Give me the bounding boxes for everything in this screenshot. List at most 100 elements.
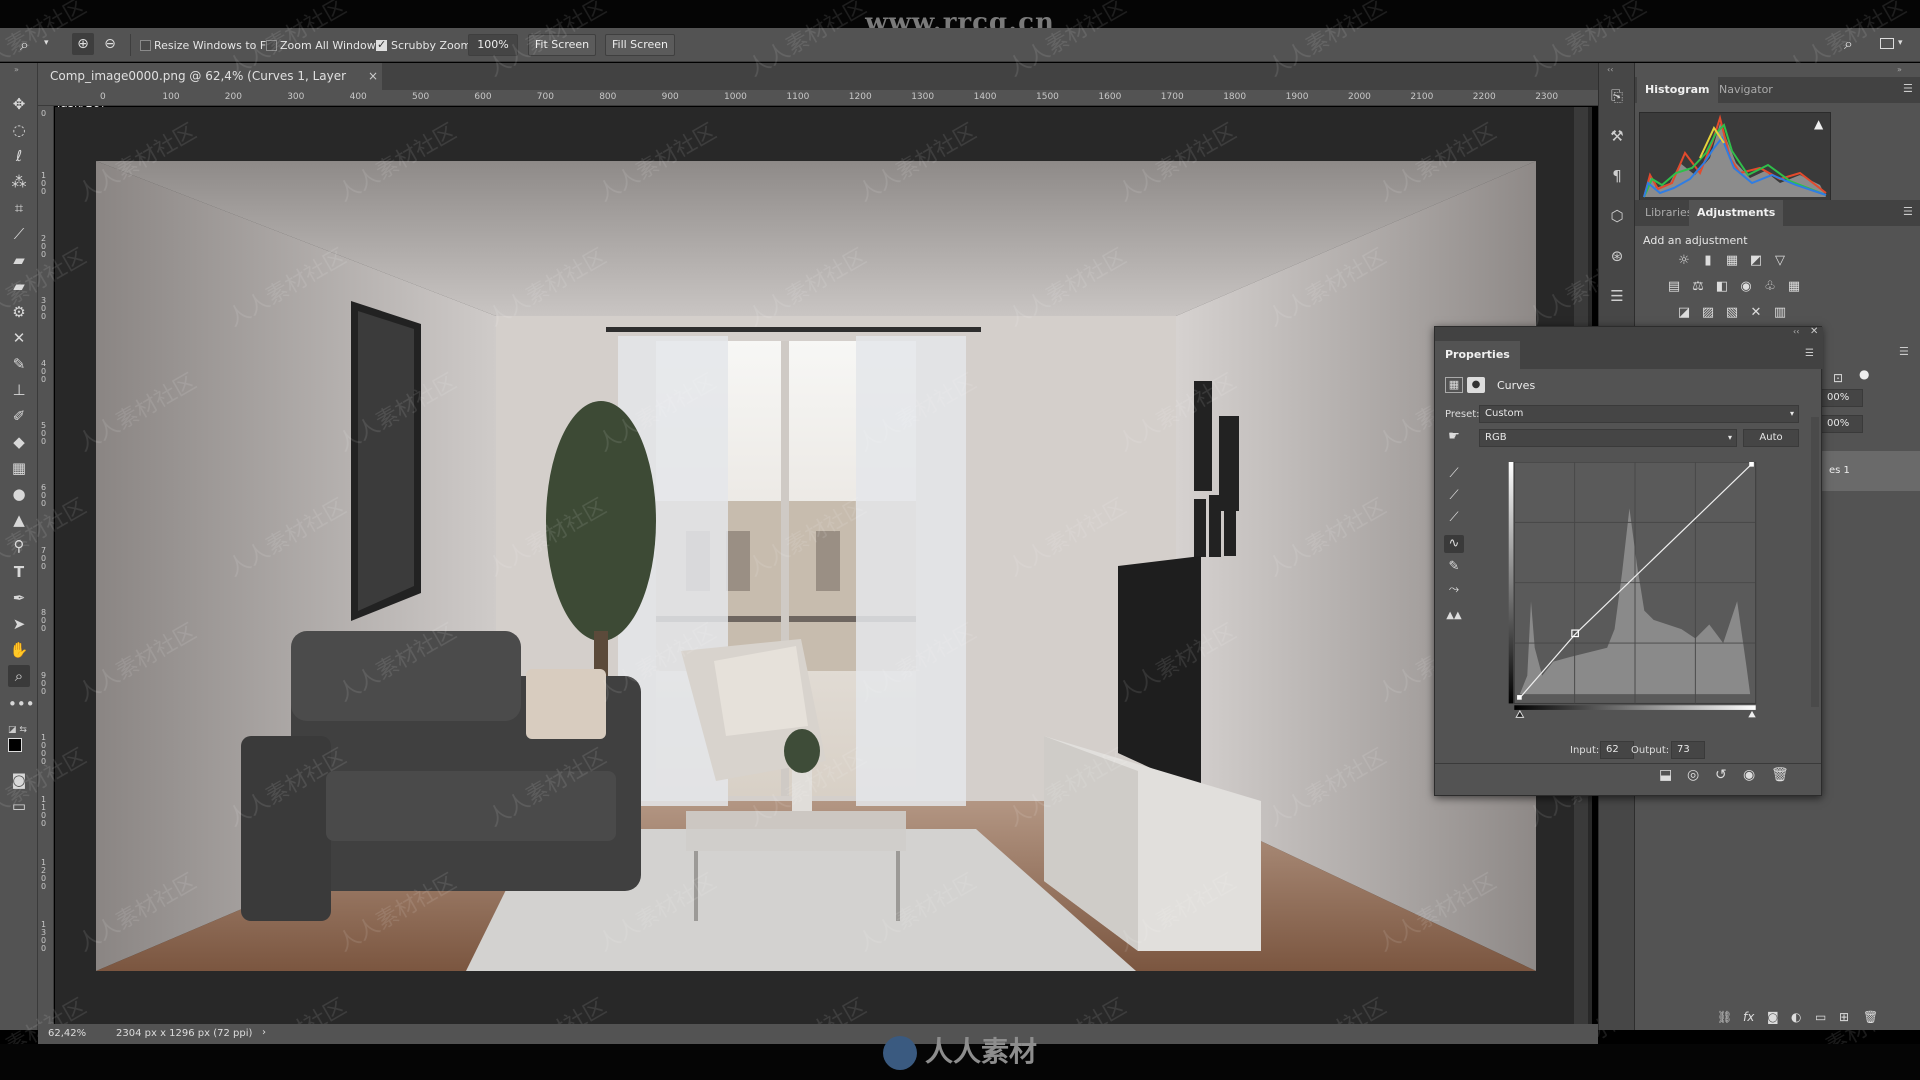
resize-windows-checkbox[interactable] bbox=[140, 40, 151, 51]
target-adjust-icon[interactable]: ☛ bbox=[1444, 428, 1464, 446]
properties-title-strip[interactable]: ‹‹ ✕ bbox=[1435, 326, 1823, 341]
levels-icon[interactable]: ▮ bbox=[1699, 253, 1717, 269]
add-mask-icon[interactable]: ◙ bbox=[1767, 1010, 1779, 1024]
layer-fx-icon[interactable]: fx bbox=[1743, 1010, 1754, 1024]
paragraph-panel-icon[interactable]: ¶ bbox=[1607, 167, 1627, 185]
dock-collapse-icon[interactable]: » bbox=[1897, 65, 1902, 74]
quick-mask-icon[interactable]: ◙ bbox=[8, 769, 30, 791]
color-lookup-icon[interactable]: ▦ bbox=[1785, 279, 1803, 295]
zoom-in-icon[interactable]: ⊕ bbox=[72, 33, 94, 55]
threshold-icon[interactable]: ▧ bbox=[1723, 305, 1741, 321]
strip-collapse-icon[interactable]: ‹‹ bbox=[1607, 65, 1613, 74]
white-point-eyedropper-icon[interactable]: ⟋ bbox=[1444, 509, 1464, 527]
screen-mode-icon[interactable]: ▭ bbox=[8, 795, 30, 817]
healing-brush-icon[interactable]: ▰ bbox=[8, 249, 30, 271]
layer-row-curves[interactable]: es 1 bbox=[1821, 451, 1920, 491]
delete-layer-icon[interactable]: 🗑 bbox=[1863, 1010, 1878, 1024]
new-adjustment-layer-icon[interactable]: ◐ bbox=[1791, 1010, 1801, 1024]
tab-adjustments[interactable]: Adjustments bbox=[1689, 200, 1784, 226]
scrubby-zoom-checkbox[interactable] bbox=[376, 38, 387, 51]
clipping-warning-icon[interactable]: ▲▲ bbox=[1444, 607, 1464, 625]
layer-mask-icon[interactable]: ● bbox=[1467, 377, 1485, 393]
zoom-value-field[interactable]: 100% bbox=[468, 34, 518, 56]
panel-collapse-icon[interactable]: » bbox=[14, 65, 19, 74]
vibrance-icon[interactable]: ▽ bbox=[1771, 253, 1789, 269]
curves-icon[interactable]: ▦ bbox=[1723, 253, 1741, 269]
panel-menu-icon[interactable]: ☰ bbox=[1903, 82, 1913, 95]
properties-scrollbar[interactable] bbox=[1811, 417, 1819, 707]
dodge-icon[interactable]: ⚲ bbox=[8, 535, 30, 557]
sharpen-icon[interactable]: ▲ bbox=[8, 509, 30, 531]
output-field[interactable]: 73 bbox=[1671, 741, 1705, 759]
opacity-field[interactable]: 00% bbox=[1821, 389, 1863, 407]
tab-properties[interactable]: Properties bbox=[1435, 341, 1520, 369]
link-layers-icon[interactable]: ⛓ bbox=[1717, 1010, 1732, 1024]
clip-to-layer-icon[interactable]: ⬓ bbox=[1659, 767, 1672, 783]
zoom-all-windows-checkbox[interactable] bbox=[266, 40, 277, 51]
path-select-icon[interactable]: ➤ bbox=[8, 613, 30, 635]
move-icon[interactable]: ✥ bbox=[8, 93, 30, 115]
reset-icon[interactable]: ↺ bbox=[1715, 767, 1727, 783]
fill-screen-button[interactable]: Fill Screen bbox=[605, 34, 675, 56]
eraser-icon[interactable]: ◆ bbox=[8, 431, 30, 453]
eyedropper-icon[interactable]: ⟋ bbox=[8, 223, 30, 245]
posterize-icon[interactable]: ▨ bbox=[1699, 305, 1717, 321]
gray-point-eyedropper-icon[interactable]: ⟋ bbox=[1444, 487, 1464, 505]
hue-saturation-icon[interactable]: ▤ bbox=[1665, 279, 1683, 295]
curves-graph[interactable] bbox=[1505, 462, 1765, 722]
brightness-contrast-icon[interactable]: ☼ bbox=[1675, 253, 1693, 269]
workspace-icon[interactable] bbox=[1880, 38, 1894, 49]
history-brush-icon[interactable]: ✐ bbox=[8, 405, 30, 427]
more-tools-icon[interactable]: ••• bbox=[8, 693, 35, 715]
invert-icon[interactable]: ◪ bbox=[1675, 305, 1693, 321]
channel-mixer-icon[interactable]: ♧ bbox=[1761, 279, 1779, 295]
color-balance-icon[interactable]: ⚖ bbox=[1689, 279, 1707, 295]
black-point-eyedropper-icon[interactable]: ⟋ bbox=[1444, 465, 1464, 483]
brush-icon[interactable]: ✎ bbox=[8, 353, 30, 375]
foreground-color-swatch[interactable] bbox=[8, 738, 22, 752]
lock-icon[interactable]: ⊡ bbox=[1833, 371, 1843, 385]
info-panel-icon[interactable]: ⊛ bbox=[1607, 247, 1627, 265]
smooth-curve-icon[interactable]: ⤳ bbox=[1444, 581, 1464, 599]
zoom-out-icon[interactable]: ⊖ bbox=[99, 33, 121, 55]
visibility-eye-icon[interactable]: ◉ bbox=[1743, 767, 1755, 783]
patch-icon[interactable]: ▰ bbox=[8, 275, 30, 297]
zoom-tool-icon[interactable]: ⌕ bbox=[20, 35, 29, 55]
channel-dropdown[interactable]: RGB ▾ bbox=[1479, 429, 1737, 447]
magic-wand-icon[interactable]: ⁂ bbox=[8, 171, 30, 193]
pen-icon[interactable]: ✒ bbox=[8, 587, 30, 609]
pencil-draw-icon[interactable]: ✎ bbox=[1444, 558, 1464, 576]
delete-icon[interactable]: 🗑 bbox=[1771, 767, 1789, 783]
exposure-icon[interactable]: ◩ bbox=[1747, 253, 1765, 269]
document-image[interactable] bbox=[96, 161, 1536, 971]
close-tab-icon[interactable]: × bbox=[368, 63, 378, 90]
clone-stamp-icon[interactable]: ⊥ bbox=[8, 379, 30, 401]
selective-color-icon[interactable]: ✕ bbox=[1747, 305, 1765, 321]
properties-panel-icon[interactable]: ☰ bbox=[1607, 287, 1627, 305]
view-previous-state-icon[interactable]: ◎ bbox=[1687, 767, 1699, 783]
tab-navigator[interactable]: Navigator bbox=[1711, 77, 1781, 103]
panel-collapse-icon[interactable]: ‹‹ bbox=[1793, 327, 1799, 336]
lasso-icon[interactable]: ℓ bbox=[8, 145, 30, 167]
curve-edit-icon[interactable]: ∿ bbox=[1444, 535, 1464, 553]
hand-icon[interactable]: ✋ bbox=[8, 639, 30, 661]
gradient-icon[interactable]: ▦ bbox=[8, 457, 30, 479]
fit-screen-button[interactable]: Fit Screen bbox=[528, 34, 596, 56]
cache-warning-icon[interactable]: ▲ bbox=[1814, 117, 1823, 131]
tab-histogram[interactable]: Histogram bbox=[1637, 77, 1718, 103]
black-white-icon[interactable]: ◧ bbox=[1713, 279, 1731, 295]
default-colors-icon[interactable]: ◪ ⇆ bbox=[8, 725, 27, 735]
marquee-icon[interactable]: ◌ bbox=[8, 119, 30, 141]
stamp-icon[interactable]: ⚙ bbox=[8, 301, 30, 323]
properties-menu-icon[interactable]: ☰ bbox=[1805, 348, 1814, 359]
workspace-chevron-icon[interactable]: ▾ bbox=[1898, 38, 1903, 48]
crop-icon[interactable]: ⌗ bbox=[8, 197, 30, 219]
adjustments-menu-icon[interactable]: ☰ bbox=[1903, 205, 1913, 218]
type-icon[interactable]: T bbox=[8, 561, 30, 583]
panel-close-icon[interactable]: ✕ bbox=[1810, 326, 1818, 337]
new-group-icon[interactable]: ▭ bbox=[1815, 1010, 1826, 1024]
brush-settings-icon[interactable]: ⚒ bbox=[1607, 127, 1627, 145]
zoom-icon[interactable]: ⌕ bbox=[8, 665, 30, 687]
paint-bucket-icon[interactable]: ● bbox=[8, 483, 30, 505]
3d-panel-icon[interactable]: ⬡ bbox=[1607, 207, 1627, 225]
